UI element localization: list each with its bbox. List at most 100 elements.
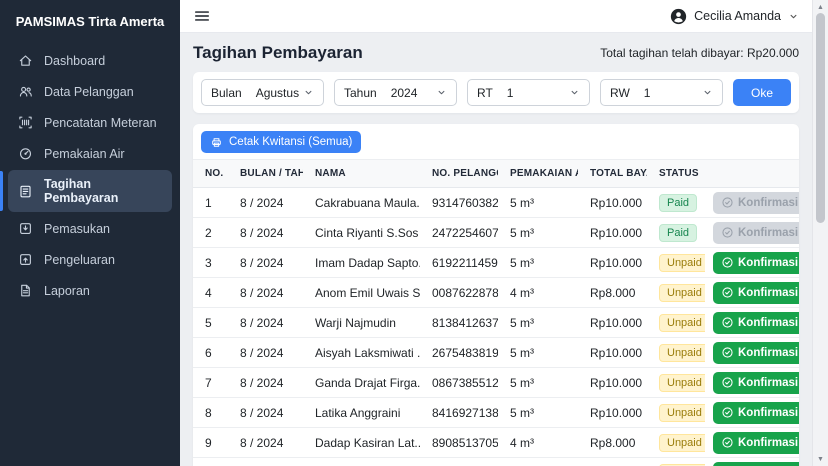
cell-no-pelanggan: 8908513705 <box>420 428 498 458</box>
cell-bulan-tahun: 8 / 2024 <box>228 308 303 338</box>
sidebar: PAMSIMAS Tirta Amerta Dashboard Data Pel… <box>0 0 180 466</box>
chevron-down-icon <box>788 11 799 22</box>
cell-no-pelanggan: 0867385512 <box>420 368 498 398</box>
rw-select[interactable]: RW 1 <box>600 79 723 106</box>
sidebar-item-label: Pencatatan Meteran <box>44 116 157 130</box>
bulan-select[interactable]: Bulan Agustus <box>201 79 324 106</box>
cell-status: Unpaid <box>647 458 705 466</box>
check-circle-icon <box>721 376 734 389</box>
cell-actions: Konfirmasi <box>705 338 799 368</box>
cell-pemakaian-air: 4 m³ <box>498 428 578 458</box>
check-circle-icon <box>721 316 734 329</box>
cell-bulan-tahun: 8 / 2024 <box>228 248 303 278</box>
sidebar-item-tagihan-pembayaran[interactable]: Tagihan Pembayaran <box>8 170 172 212</box>
cell-nama: Dadap Kasiran Lat... <box>303 428 420 458</box>
confirm-button[interactable]: Konfirmasi <box>713 402 799 424</box>
cell-status: Unpaid <box>647 278 705 308</box>
scroll-down-arrow[interactable]: ▼ <box>813 453 828 465</box>
status-badge: Unpaid <box>659 374 705 392</box>
tahun-select[interactable]: Tahun 2024 <box>334 79 457 106</box>
cell-pemakaian-air: 5 m³ <box>498 308 578 338</box>
cell-actions: Konfirmasi <box>705 428 799 458</box>
cell-pemakaian-air: 4 m³ <box>498 278 578 308</box>
cell-bulan-tahun: 8 / 2024 <box>228 368 303 398</box>
cell-no: 8 <box>193 398 228 428</box>
cell-no-pelanggan: 2472254607 <box>420 218 498 248</box>
cell-bulan-tahun: 8 / 2024 <box>228 398 303 428</box>
check-circle-icon <box>721 196 734 209</box>
cell-total-bayar: Rp10.000 <box>578 338 647 368</box>
sidebar-item-pengeluaran[interactable]: Pengeluaran <box>8 245 172 274</box>
confirm-button[interactable]: Konfirmasi <box>713 312 799 334</box>
cell-bulan-tahun: 8 / 2024 <box>228 188 303 218</box>
sidebar-item-label: Data Pelanggan <box>44 85 134 99</box>
cell-bulan-tahun: 8 / 2024 <box>228 278 303 308</box>
status-badge: Paid <box>659 194 697 212</box>
cell-status: Unpaid <box>647 428 705 458</box>
sidebar-item-dashboard[interactable]: Dashboard <box>8 46 172 75</box>
topbar: Cecilia Amanda <box>180 0 812 33</box>
sidebar-item-label: Tagihan Pembayaran <box>44 177 162 205</box>
confirm-button[interactable]: Konfirmasi <box>713 372 799 394</box>
column-header-bulan-tahun: BULAN / TAHUN <box>228 160 303 188</box>
user-avatar-icon <box>670 8 687 25</box>
print-all-button[interactable]: Cetak Kwitansi (Semua) <box>201 131 361 153</box>
gauge-icon <box>18 146 33 161</box>
cell-status: Paid <box>647 188 705 218</box>
cell-status: Unpaid <box>647 338 705 368</box>
sidebar-item-label: Pemakaian Air <box>44 147 125 161</box>
check-circle-icon <box>721 286 734 299</box>
cell-status: Unpaid <box>647 248 705 278</box>
table-row: 5 8 / 2024 Warji Najmudin 8138412637 5 m… <box>193 308 799 338</box>
status-badge: Unpaid <box>659 344 705 362</box>
cell-no-pelanggan <box>420 458 498 466</box>
column-header-nama: NAMA <box>303 160 420 188</box>
cell-actions: Konfirmasi <box>705 218 799 248</box>
page-title: Tagihan Pembayaran <box>193 43 363 63</box>
check-circle-icon <box>721 346 734 359</box>
cell-no: 5 <box>193 308 228 338</box>
confirm-button[interactable]: Konfirmasi <box>713 252 799 274</box>
sidebar-item-pemasukan[interactable]: Pemasukan <box>8 214 172 243</box>
column-header-actions <box>705 160 799 188</box>
rt-select[interactable]: RT 1 <box>467 79 590 106</box>
sidebar-item-data-pelanggan[interactable]: Data Pelanggan <box>8 77 172 106</box>
status-badge: Unpaid <box>659 314 705 332</box>
rt-value: 1 <box>507 86 569 100</box>
user-menu[interactable]: Cecilia Amanda <box>670 8 799 25</box>
scrollbar-thumb[interactable] <box>816 13 825 223</box>
scrollbar[interactable]: ▲ ▼ <box>812 0 828 466</box>
cell-nama: Aisyah Laksmiwati ... <box>303 338 420 368</box>
chevron-down-icon <box>702 87 713 98</box>
sidebar-item-pemakaian-air[interactable]: Pemakaian Air <box>8 139 172 168</box>
sidebar-item-label: Laporan <box>44 284 90 298</box>
cell-no: 2 <box>193 218 228 248</box>
rt-label: RT <box>477 86 493 100</box>
confirm-button[interactable]: Konfirmasi <box>713 282 799 304</box>
cell-total-bayar: Rp8.000 <box>578 278 647 308</box>
cell-nama <box>303 458 420 466</box>
confirm-button[interactable]: Konfirmasi <box>713 432 799 454</box>
cell-pemakaian-air: 5 m³ <box>498 188 578 218</box>
tahun-label: Tahun <box>344 86 377 100</box>
cell-no: 6 <box>193 338 228 368</box>
filter-bar: Bulan Agustus Tahun 2024 RT 1 RW 1 <box>193 72 799 113</box>
cell-status: Paid <box>647 218 705 248</box>
printer-icon <box>210 136 223 149</box>
hamburger-menu-icon[interactable] <box>193 7 211 25</box>
confirm-button[interactable]: Konfirmasi <box>713 342 799 364</box>
confirm-button[interactable]: Konfirmasi <box>713 462 799 466</box>
oke-button[interactable]: Oke <box>733 79 791 106</box>
cell-pemakaian-air: 5 m³ <box>498 398 578 428</box>
cell-no: 3 <box>193 248 228 278</box>
sidebar-item-label: Dashboard <box>44 54 105 68</box>
scroll-up-arrow[interactable]: ▲ <box>813 1 828 13</box>
cell-bulan-tahun: 8 / 2024 <box>228 428 303 458</box>
cell-pemakaian-air <box>498 458 578 466</box>
sidebar-item-laporan[interactable]: Laporan <box>8 276 172 305</box>
sidebar-item-pencatatan-meteran[interactable]: Pencatatan Meteran <box>8 108 172 137</box>
status-badge: Unpaid <box>659 254 705 272</box>
cell-bulan-tahun <box>228 458 303 466</box>
cell-no: 7 <box>193 368 228 398</box>
cell-actions: Konfirmasi <box>705 368 799 398</box>
